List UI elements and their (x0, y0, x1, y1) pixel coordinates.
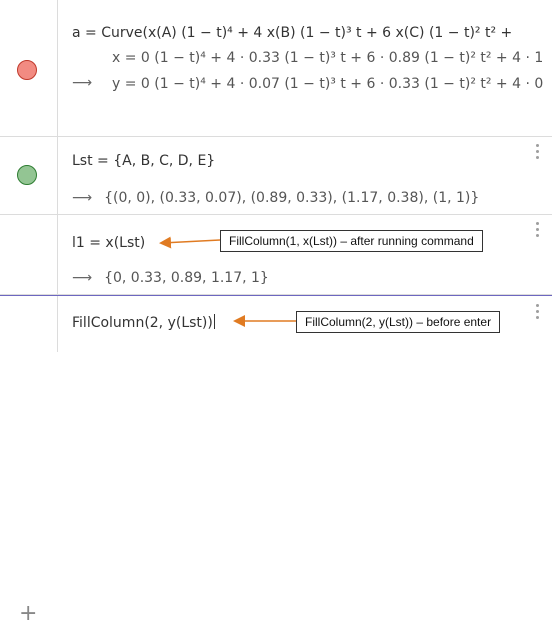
visibility-toggle-lst[interactable] (17, 165, 37, 185)
more-menu-icon[interactable] (536, 304, 540, 322)
curve-input[interactable]: a = Curve(x(A) (1 − t)⁴ + 4 x(B) (1 − t)… (72, 25, 512, 41)
l1-output-value: {0, 0.33, 0.89, 1.17, 1} (104, 270, 269, 286)
command-input-text: FillColumn(2, y(Lst)) (72, 315, 213, 331)
visibility-toggle-curve[interactable] (17, 60, 37, 80)
command-input[interactable]: FillColumn(2, y(Lst)) (72, 314, 215, 331)
more-menu-icon[interactable] (536, 222, 540, 240)
lst-input[interactable]: Lst = {A, B, C, D, E} (72, 153, 215, 169)
curve-output-y: y = 0 (1 − t)⁴ + 4 · 0.07 (1 − t)³ t + 6… (112, 76, 544, 92)
l1-output: ⟶ {0, 0.33, 0.89, 1.17, 1} (72, 270, 269, 286)
lst-output: ⟶ {(0, 0), (0.33, 0.07), (0.89, 0.33), (1… (72, 190, 479, 206)
output-arrow-icon: ⟶ (72, 75, 93, 91)
text-cursor (213, 314, 215, 329)
add-item-icon[interactable]: + (19, 603, 37, 625)
curve-output-x: x = 0 (1 − t)⁴ + 4 · 0.33 (1 − t)³ t + 6… (112, 50, 544, 66)
curve-input-text: a = Curve(x(A) (1 − t)⁴ + 4 x(B) (1 − t)… (72, 25, 513, 41)
more-menu-icon[interactable] (536, 144, 540, 162)
callout-before-enter: FillColumn(2, y(Lst)) – before enter (296, 311, 501, 333)
algebra-row-lst[interactable]: Lst = {A, B, C, D, E} ⟶ {(0, 0), (0.33, 0… (0, 137, 552, 215)
algebra-row-l1[interactable]: l1 = x(Lst) ⟶ {0, 0.33, 0.89, 1.17, 1} (0, 215, 552, 295)
output-arrow-icon: ⟶ (72, 190, 93, 206)
lst-output-value: {(0, 0), (0.33, 0.07), (0.89, 0.33), (1.… (104, 190, 480, 206)
l1-input[interactable]: l1 = x(Lst) (72, 235, 145, 251)
callout-after-running: FillColumn(1, x(Lst)) – after running co… (220, 230, 483, 252)
algebra-row-curve[interactable]: a = Curve(x(A) (1 − t)⁴ + 4 x(B) (1 − t)… (0, 0, 552, 137)
output-arrow-icon: ⟶ (72, 270, 93, 286)
